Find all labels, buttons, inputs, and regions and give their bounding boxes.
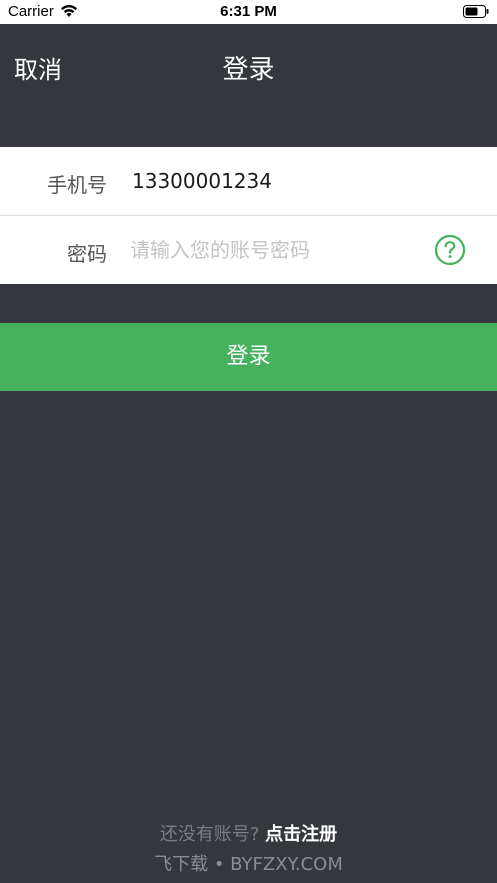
register-link[interactable]: 点击注册	[265, 824, 337, 845]
password-label: 密码	[67, 242, 107, 266]
phone-field[interactable]: 13300001234	[132, 169, 272, 193]
login-button[interactable]: 登录	[0, 323, 497, 391]
register-prompt: 还没有账号?	[159, 824, 260, 845]
phone-label: 手机号	[47, 173, 107, 197]
nav-bar: 取消 登录	[0, 24, 497, 112]
password-field[interactable]	[130, 234, 410, 266]
battery-icon	[463, 5, 489, 18]
status-bar: Carrier 6:31 PM	[0, 0, 497, 24]
question-circle-icon[interactable]	[434, 234, 466, 266]
login-form: 手机号 13300001234 密码	[0, 147, 497, 284]
page-title: 登录	[222, 55, 275, 85]
password-row: 密码	[0, 216, 497, 284]
phone-row: 手机号 13300001234	[0, 147, 497, 215]
register-line: 还没有账号? 点击注册	[0, 820, 497, 846]
watermark: 飞下载 • BYFZXY.COM	[154, 854, 343, 875]
status-time: 6:31 PM	[220, 3, 277, 20]
